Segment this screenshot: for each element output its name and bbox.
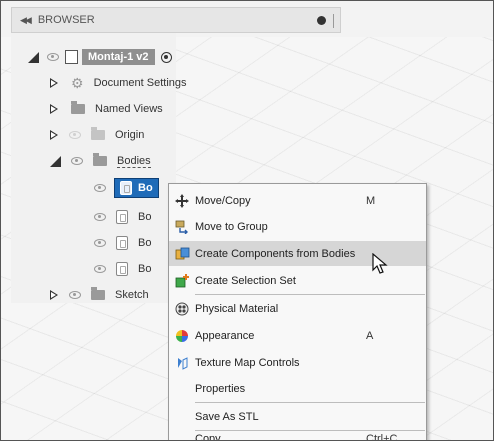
- selected-body-label[interactable]: Bo: [114, 178, 159, 198]
- tree-item-label: Sketch: [115, 289, 149, 301]
- component-icon: [169, 247, 195, 261]
- expand-toggle-icon[interactable]: [50, 77, 59, 89]
- visibility-eye-icon[interactable]: [71, 157, 83, 165]
- tree-row-root[interactable]: Montaj-1 v2: [28, 46, 172, 68]
- texture-icon: [169, 356, 195, 370]
- visibility-eye-icon[interactable]: [94, 239, 106, 247]
- context-menu: Move/Copy M Move to Group Create Compone…: [168, 183, 427, 440]
- body-icon: [116, 262, 128, 276]
- tree-row-bodies[interactable]: Bodies: [50, 150, 151, 172]
- menu-separator: [195, 430, 425, 431]
- tree-row-body[interactable]: Bo: [94, 232, 151, 254]
- tree-row-sketches[interactable]: Sketch: [50, 284, 149, 306]
- activate-radio-icon[interactable]: [160, 51, 172, 63]
- expand-toggle-icon[interactable]: [28, 51, 39, 63]
- body-icon: [116, 210, 128, 224]
- folder-icon: [91, 127, 105, 140]
- move-icon: [169, 193, 195, 208]
- folder-icon: [71, 101, 85, 114]
- tree-item-label: Bo: [138, 263, 152, 275]
- menu-item-move-to-group[interactable]: Move to Group: [169, 214, 426, 239]
- appearance-icon: [169, 329, 195, 343]
- expand-toggle-icon[interactable]: [50, 155, 61, 167]
- tree-row-body[interactable]: Bo: [94, 258, 151, 280]
- folder-icon: [91, 287, 105, 300]
- group-icon: [169, 220, 195, 234]
- tree-row-origin[interactable]: Origin: [50, 124, 144, 146]
- visibility-eye-icon[interactable]: [69, 131, 81, 139]
- tree-item-label: Bo: [138, 211, 152, 223]
- visibility-eye-icon[interactable]: [94, 184, 106, 192]
- mouse-pointer-icon: [372, 253, 388, 274]
- body-icon: [120, 181, 132, 195]
- browser-divider: [333, 14, 334, 28]
- tree-item-label: Bo: [138, 237, 152, 249]
- tree-row-document-settings[interactable]: ⚙ Document Settings: [50, 72, 187, 94]
- visibility-eye-icon[interactable]: [69, 291, 81, 299]
- menu-item-copy[interactable]: Copy Ctrl+C: [169, 433, 426, 440]
- browser-header: ◀◀ BROWSER: [11, 7, 341, 33]
- expand-toggle-icon[interactable]: [50, 129, 59, 141]
- tree-row-named-views[interactable]: Named Views: [50, 98, 163, 120]
- gear-icon: ⚙: [71, 75, 84, 91]
- double-chevron-left-icon[interactable]: ◀◀: [20, 15, 32, 26]
- expand-toggle-icon[interactable]: [50, 289, 59, 301]
- visibility-eye-icon[interactable]: [47, 53, 59, 61]
- menu-separator: [195, 402, 425, 403]
- selection-set-icon: [169, 273, 195, 288]
- tree-item-label: Named Views: [95, 103, 163, 115]
- root-component-label[interactable]: Montaj-1 v2: [82, 49, 155, 65]
- visibility-eye-icon[interactable]: [94, 213, 106, 221]
- screenshot-frame: ◀◀ BROWSER Montaj-1 v2 ⚙ Document Settin…: [0, 0, 494, 441]
- body-icon: [116, 236, 128, 250]
- menu-item-save-as-stl[interactable]: Save As STL: [169, 404, 426, 429]
- tree-item-label: Document Settings: [93, 77, 187, 89]
- menu-item-texture-map-controls[interactable]: Texture Map Controls: [169, 350, 426, 375]
- tree-item-label: Bodies: [117, 154, 151, 168]
- menu-item-appearance[interactable]: Appearance A: [169, 323, 426, 348]
- tree-row-body-selected[interactable]: Bo: [94, 177, 159, 199]
- component-icon: [65, 50, 78, 64]
- folder-icon: [93, 153, 107, 166]
- menu-item-physical-material[interactable]: Physical Material: [169, 296, 426, 321]
- menu-separator: [195, 294, 425, 295]
- menu-item-move-copy[interactable]: Move/Copy M: [169, 188, 426, 213]
- browser-title: BROWSER: [37, 14, 95, 26]
- tree-item-label: Origin: [115, 129, 145, 141]
- menu-item-properties[interactable]: Properties: [169, 376, 426, 401]
- expand-toggle-icon[interactable]: [50, 103, 59, 115]
- tree-row-body[interactable]: Bo: [94, 206, 151, 228]
- visibility-eye-icon[interactable]: [94, 265, 106, 273]
- browser-pin-icon[interactable]: [317, 16, 326, 25]
- material-icon: [169, 302, 195, 316]
